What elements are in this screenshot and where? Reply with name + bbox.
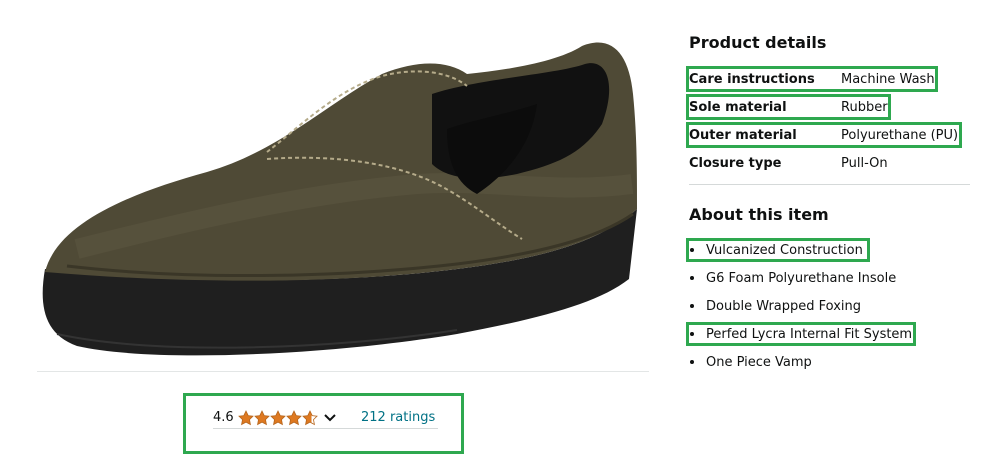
detail-value: Rubber <box>841 99 888 115</box>
product-details-heading: Product details <box>689 33 827 52</box>
bullet-icon <box>690 276 694 280</box>
chevron-down-icon[interactable] <box>323 411 337 425</box>
list-item-text: One Piece Vamp <box>706 354 812 370</box>
detail-value: Machine Wash <box>841 71 935 87</box>
detail-label: Closure type <box>689 155 782 171</box>
detail-row-care: Care instructions Machine Wash <box>689 68 979 90</box>
shoe-illustration <box>42 42 637 356</box>
section-divider <box>689 184 970 185</box>
list-item: One Piece Vamp <box>690 352 812 372</box>
ratings-count-link[interactable]: 212 ratings <box>361 410 435 425</box>
list-item: Perfed Lycra Internal Fit System <box>690 324 912 344</box>
rating-row[interactable]: 4.6 212 ratings <box>213 407 438 429</box>
star-icon <box>254 409 270 425</box>
list-item: Vulcanized Construction <box>690 240 863 260</box>
detail-row-sole: Sole material Rubber <box>689 96 979 118</box>
product-image[interactable] <box>37 34 649 372</box>
list-item-text: Double Wrapped Foxing <box>706 298 862 314</box>
list-item: Double Wrapped Foxing <box>690 296 861 316</box>
star-icon <box>286 409 302 425</box>
list-item-text: G6 Foam Polyurethane Insole <box>706 270 897 286</box>
detail-label: Outer material <box>689 127 797 143</box>
detail-label: Sole material <box>689 99 787 115</box>
star-icon <box>238 409 254 425</box>
detail-value: Polyurethane (PU) <box>841 127 959 143</box>
list-item: G6 Foam Polyurethane Insole <box>690 268 896 288</box>
detail-value: Pull-On <box>841 155 888 171</box>
bullet-icon <box>690 248 694 252</box>
list-item-text: Perfed Lycra Internal Fit System <box>706 326 913 342</box>
bullet-icon <box>690 304 694 308</box>
star-icon <box>270 409 286 425</box>
bullet-icon <box>690 360 694 364</box>
detail-row-outer: Outer material Polyurethane (PU) <box>689 124 979 146</box>
detail-row-closure: Closure type Pull-On <box>689 152 979 174</box>
rating-value: 4.6 <box>213 410 234 425</box>
bullet-icon <box>690 332 694 336</box>
star-rating[interactable] <box>238 409 318 426</box>
star-icon <box>302 409 318 425</box>
detail-label: Care instructions <box>689 71 815 87</box>
about-item-heading: About this item <box>689 205 829 224</box>
list-item-text: Vulcanized Construction <box>706 242 863 258</box>
